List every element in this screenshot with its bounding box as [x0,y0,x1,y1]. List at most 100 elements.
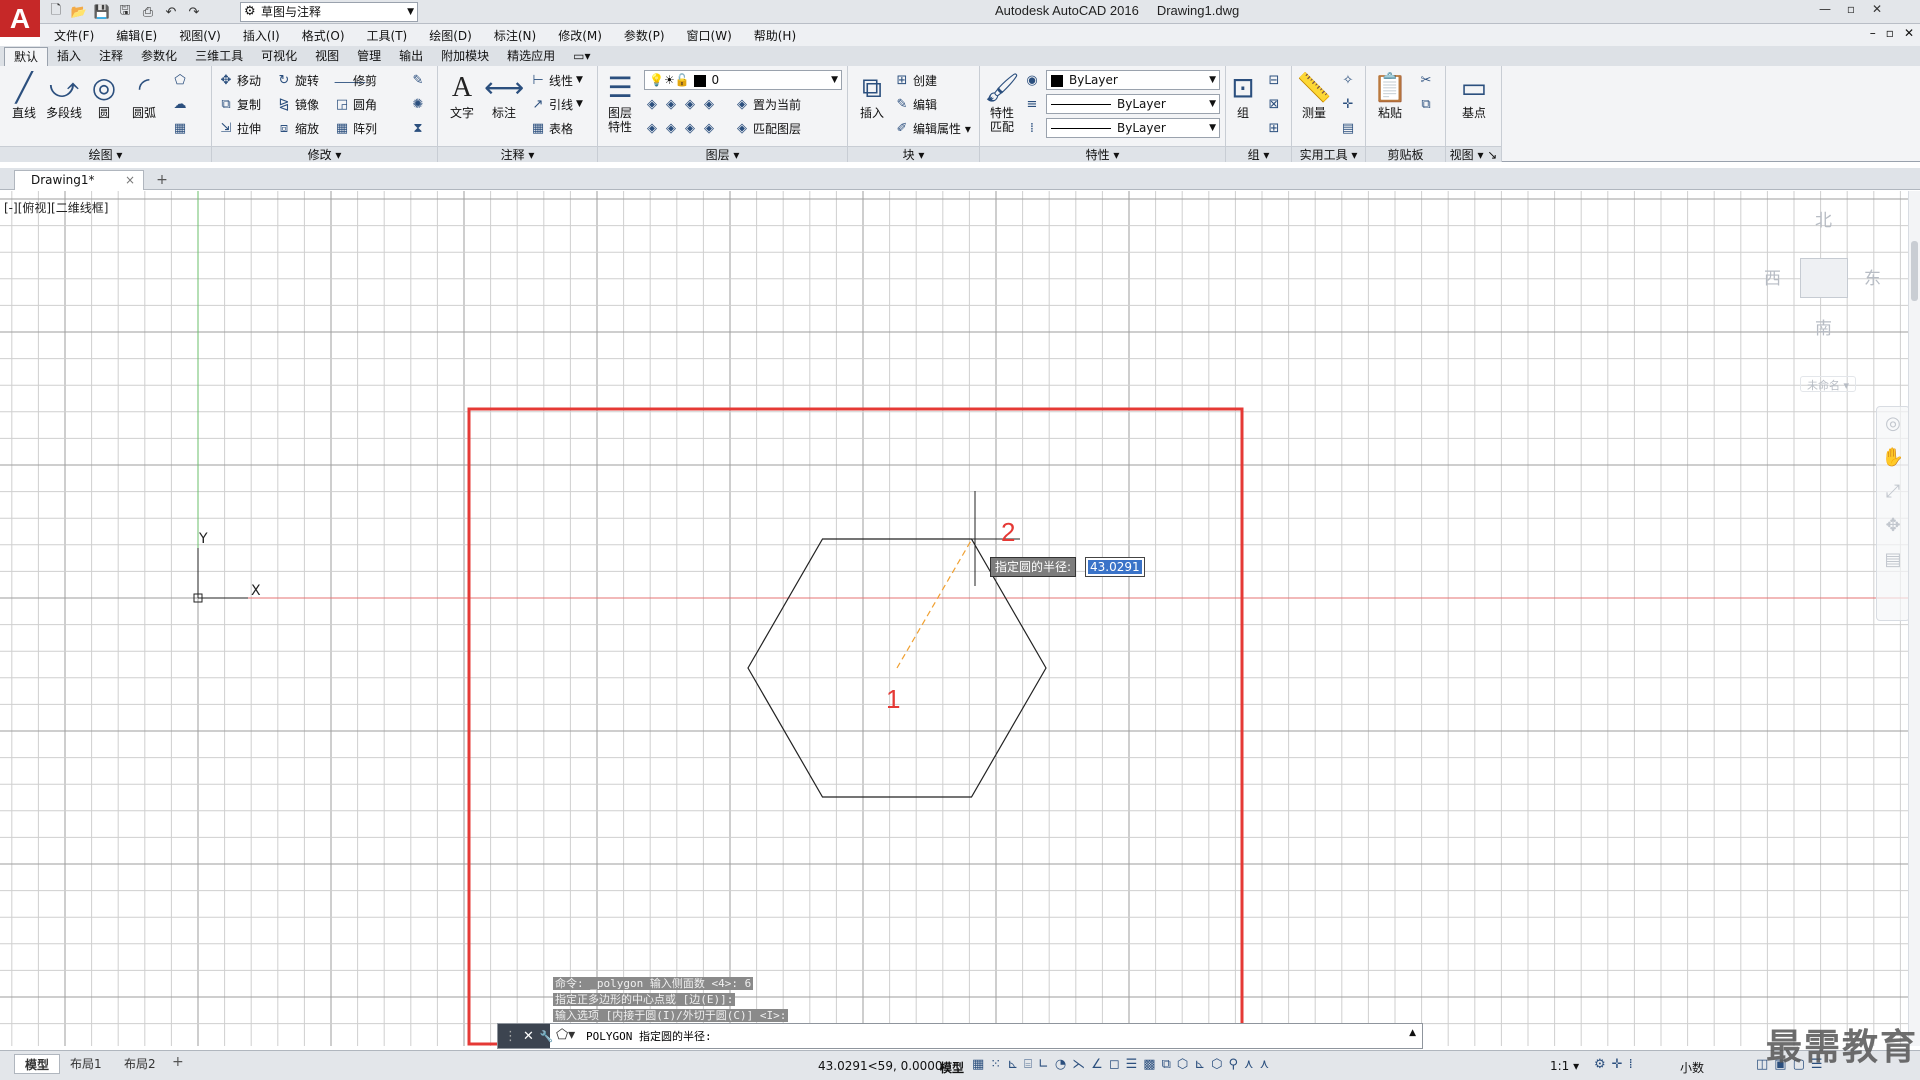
ungroup-button[interactable]: ⊟ [1266,70,1282,90]
tab-annotate[interactable]: 注释 [90,47,132,66]
menu-file[interactable]: 文件(F) [54,27,94,44]
model-tab[interactable]: 模型 [14,1054,61,1074]
linetype-select[interactable]: ByLayer ▼ [1046,94,1220,114]
infer-constraints-icon[interactable]: ⊾ [1007,1057,1018,1072]
steering-wheel-icon[interactable]: ◎ [1877,407,1909,441]
drawing-canvas[interactable]: YX [-][俯视][二维线框] 北 西 东 南 未命名 ▾ ◎ ✋ ⤢ ✥ ▤… [0,191,1920,1046]
paste-button[interactable]: 📋 粘贴 [1370,70,1410,120]
mirror-tool-button[interactable]: ⧎ 镜像 [276,94,319,114]
grid-icon[interactable]: ▦ [972,1057,984,1072]
rotate-tool-button[interactable]: ↻ 旋转 [276,70,319,90]
text-tool-button[interactable]: A 文字 [442,70,482,120]
layout1-tab[interactable]: 布局1 [60,1054,112,1074]
pan-icon[interactable]: ✋ [1877,441,1909,475]
color-select[interactable]: ByLayer ▼ [1046,70,1220,90]
minimize-button[interactable]: — [1812,0,1838,18]
lineweight-select[interactable]: ByLayer ▼ [1046,118,1220,138]
workspace-switch-icon[interactable]: ⚙ [1594,1057,1606,1072]
quick-select-button[interactable]: ✧ [1340,70,1356,90]
tab-output[interactable]: 输出 [390,47,432,66]
new-tab-button[interactable]: + [152,171,172,189]
auto-scale-icon[interactable]: ⋏ [1260,1057,1270,1072]
close-window-button[interactable]: ✕ [1864,0,1890,18]
showmotion-icon[interactable]: ▤ [1877,543,1909,577]
cursor-coordinates[interactable]: 43.0291<59, 0.0000 [818,1059,943,1073]
menu-modify[interactable]: 修改(M) [558,27,602,44]
menu-format[interactable]: 格式(O) [302,27,345,44]
layer-properties-button[interactable]: ☰ 图层 特性 [600,70,640,134]
workspace-select[interactable]: ⚙ 草图与注释 ▼ [240,2,418,22]
viewcube-east[interactable]: 东 [1864,264,1881,289]
base-view-button[interactable]: ▭ 基点 [1454,70,1494,120]
vertical-scrollbar[interactable] [1908,191,1920,1046]
match-layer-button[interactable]: ◈ 匹配图层 [734,118,801,138]
edit-block-button[interactable]: ✎ 编辑 [894,94,937,114]
file-tab-drawing1[interactable]: Drawing1* × [14,170,144,190]
tab-featured-apps[interactable]: 精选应用 [498,47,564,66]
clipboard-panel-title[interactable]: 剪贴板 [1366,146,1445,162]
viewcube[interactable]: 北 西 东 南 未命名 ▾ [1760,206,1890,392]
menu-insert[interactable]: 插入(I) [243,27,280,44]
layers-panel-title[interactable]: 图层 ▾ [598,146,847,162]
tab-parametric[interactable]: 参数化 [132,47,186,66]
object-snap-icon[interactable]: ◻ [1109,1057,1120,1072]
view-panel-title[interactable]: 视图 ▾ ↘ [1446,146,1501,162]
wcs-menu[interactable]: 未命名 ▾ [1800,376,1856,392]
cancel-command-icon[interactable]: ✕ [523,1029,534,1044]
ortho-icon[interactable]: ∟ [1038,1057,1049,1072]
layer-unisolate-icon[interactable]: ◈ [663,121,679,136]
doc-close-button[interactable]: ✕ [1904,26,1914,40]
history-expand-icon[interactable]: ▲ [1409,1028,1416,1038]
selection-filter-icon[interactable]: ⬡ [1211,1057,1222,1072]
tab-3d-tools[interactable]: 三维工具 [186,47,252,66]
point-button[interactable]: ✛ [1340,94,1356,114]
leader-tool-button[interactable]: ↗ 引线 ▼ [530,94,583,114]
layer-unlock-icon[interactable]: ◈ [701,121,717,136]
layer-isolate-icon[interactable]: ◈ [663,97,679,112]
dimension-tool-button[interactable]: ⟷ 标注 [484,70,524,120]
annotation-panel-title[interactable]: 注释 ▾ [438,146,597,162]
tab-view[interactable]: 视图 [306,47,348,66]
fillet-tool-button[interactable]: ◲ 圆角 [334,94,377,114]
group-select-button[interactable]: ⊞ [1266,118,1282,138]
block-panel-title[interactable]: 块 ▾ [848,146,979,162]
menu-draw[interactable]: 绘图(D) [429,27,472,44]
insert-block-button[interactable]: ⧉ 插入 [852,70,892,120]
array-tool-button[interactable]: ▦ 阵列 [334,118,377,138]
groups-panel-title[interactable]: 组 ▾ [1226,146,1291,162]
menu-parametric[interactable]: 参数(P) [624,27,665,44]
create-block-button[interactable]: ⊞ 创建 [894,70,937,90]
revcloud-tool-button[interactable]: ☁ [172,94,188,114]
move-tool-button[interactable]: ✥ 移动 [218,70,261,90]
layer-on-icon[interactable]: ◈ [644,121,660,136]
dynamic-input-field[interactable]: 43.0291 [1085,557,1145,577]
units-display[interactable]: 小数 [1680,1059,1704,1076]
layer-thaw-icon[interactable]: ◈ [682,121,698,136]
menu-dimension[interactable]: 标注(N) [494,27,536,44]
lineweight-display-icon[interactable]: ☰ [1126,1057,1138,1072]
viewcube-north[interactable]: 北 [1815,206,1832,231]
line-tool-button[interactable]: ╱ 直线 [4,70,44,120]
object-snap-tracking-icon[interactable]: ∠ [1091,1057,1103,1072]
circle-tool-button[interactable]: ◎ 圆 [84,70,124,120]
lineweight-button[interactable]: ≡ [1024,94,1040,114]
viewcube-west[interactable]: 西 [1764,264,1781,289]
application-menu-button[interactable]: A [0,0,40,37]
edit-attributes-button[interactable]: ✐ 编辑属性 ▾ [894,118,971,138]
viewcube-south[interactable]: 南 [1815,314,1832,339]
calculator-button[interactable]: ▤ [1340,118,1356,138]
customize-icon[interactable]: 🔧 [540,1030,554,1043]
table-tool-button[interactable]: ▦ 表格 [530,118,573,138]
annotation-scale[interactable]: 1:1 ▾ [1550,1059,1579,1073]
gizmo-icon[interactable]: ⚲ [1229,1057,1239,1072]
utilities-panel-title[interactable]: 实用工具 ▾ [1292,146,1365,162]
scroll-thumb[interactable] [1911,241,1918,301]
scale-tool-button[interactable]: ⧈ 缩放 [276,118,319,138]
new-file-icon[interactable]: 🗋 [46,3,66,21]
isodraft-icon[interactable]: ⋋ [1072,1057,1085,1072]
linear-dim-button[interactable]: ⊢ 线性 ▼ [530,70,583,90]
make-current-button[interactable]: ◈ 置为当前 [734,94,801,114]
save-as-icon[interactable]: 🖫 [115,3,135,21]
menu-window[interactable]: 窗口(W) [687,27,732,44]
doc-restore-button[interactable]: ▫ [1886,26,1894,40]
